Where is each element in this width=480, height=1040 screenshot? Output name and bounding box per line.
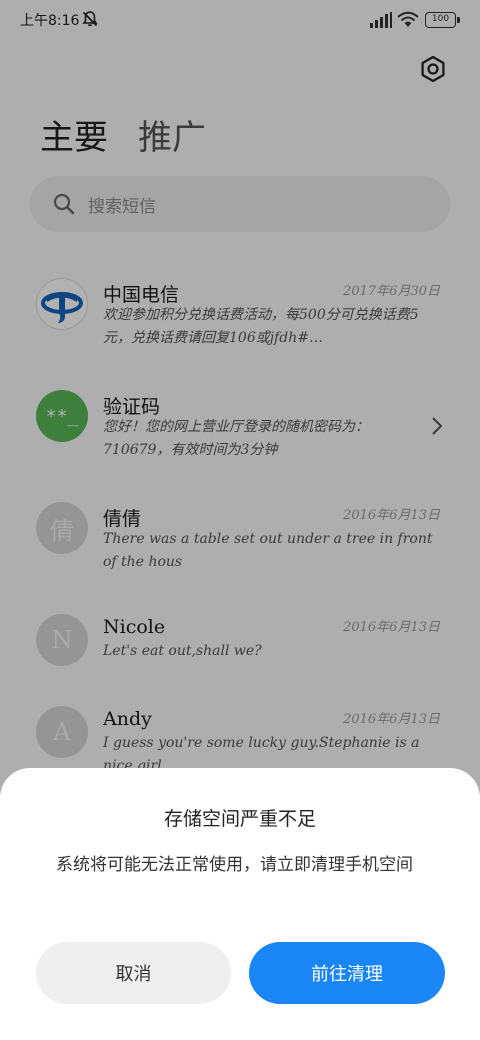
dialog-title: 存储空间严重不足 <box>163 808 316 830</box>
cancel-button[interactable]: 取消 <box>36 942 231 1004</box>
dialog-message: 系统将可能无法正常使用，请立即清理手机空间 <box>56 855 413 875</box>
storage-warning-dialog: 存储空间严重不足 系统将可能无法正常使用，请立即清理手机空间 取消 前往清理 <box>0 768 480 1040</box>
clean-up-button[interactable]: 前往清理 <box>249 942 445 1004</box>
messages-screen: 上午8:16 100 主要 推广 搜索短信 中国电信 2017年6月30日 欢迎… <box>0 0 480 1040</box>
